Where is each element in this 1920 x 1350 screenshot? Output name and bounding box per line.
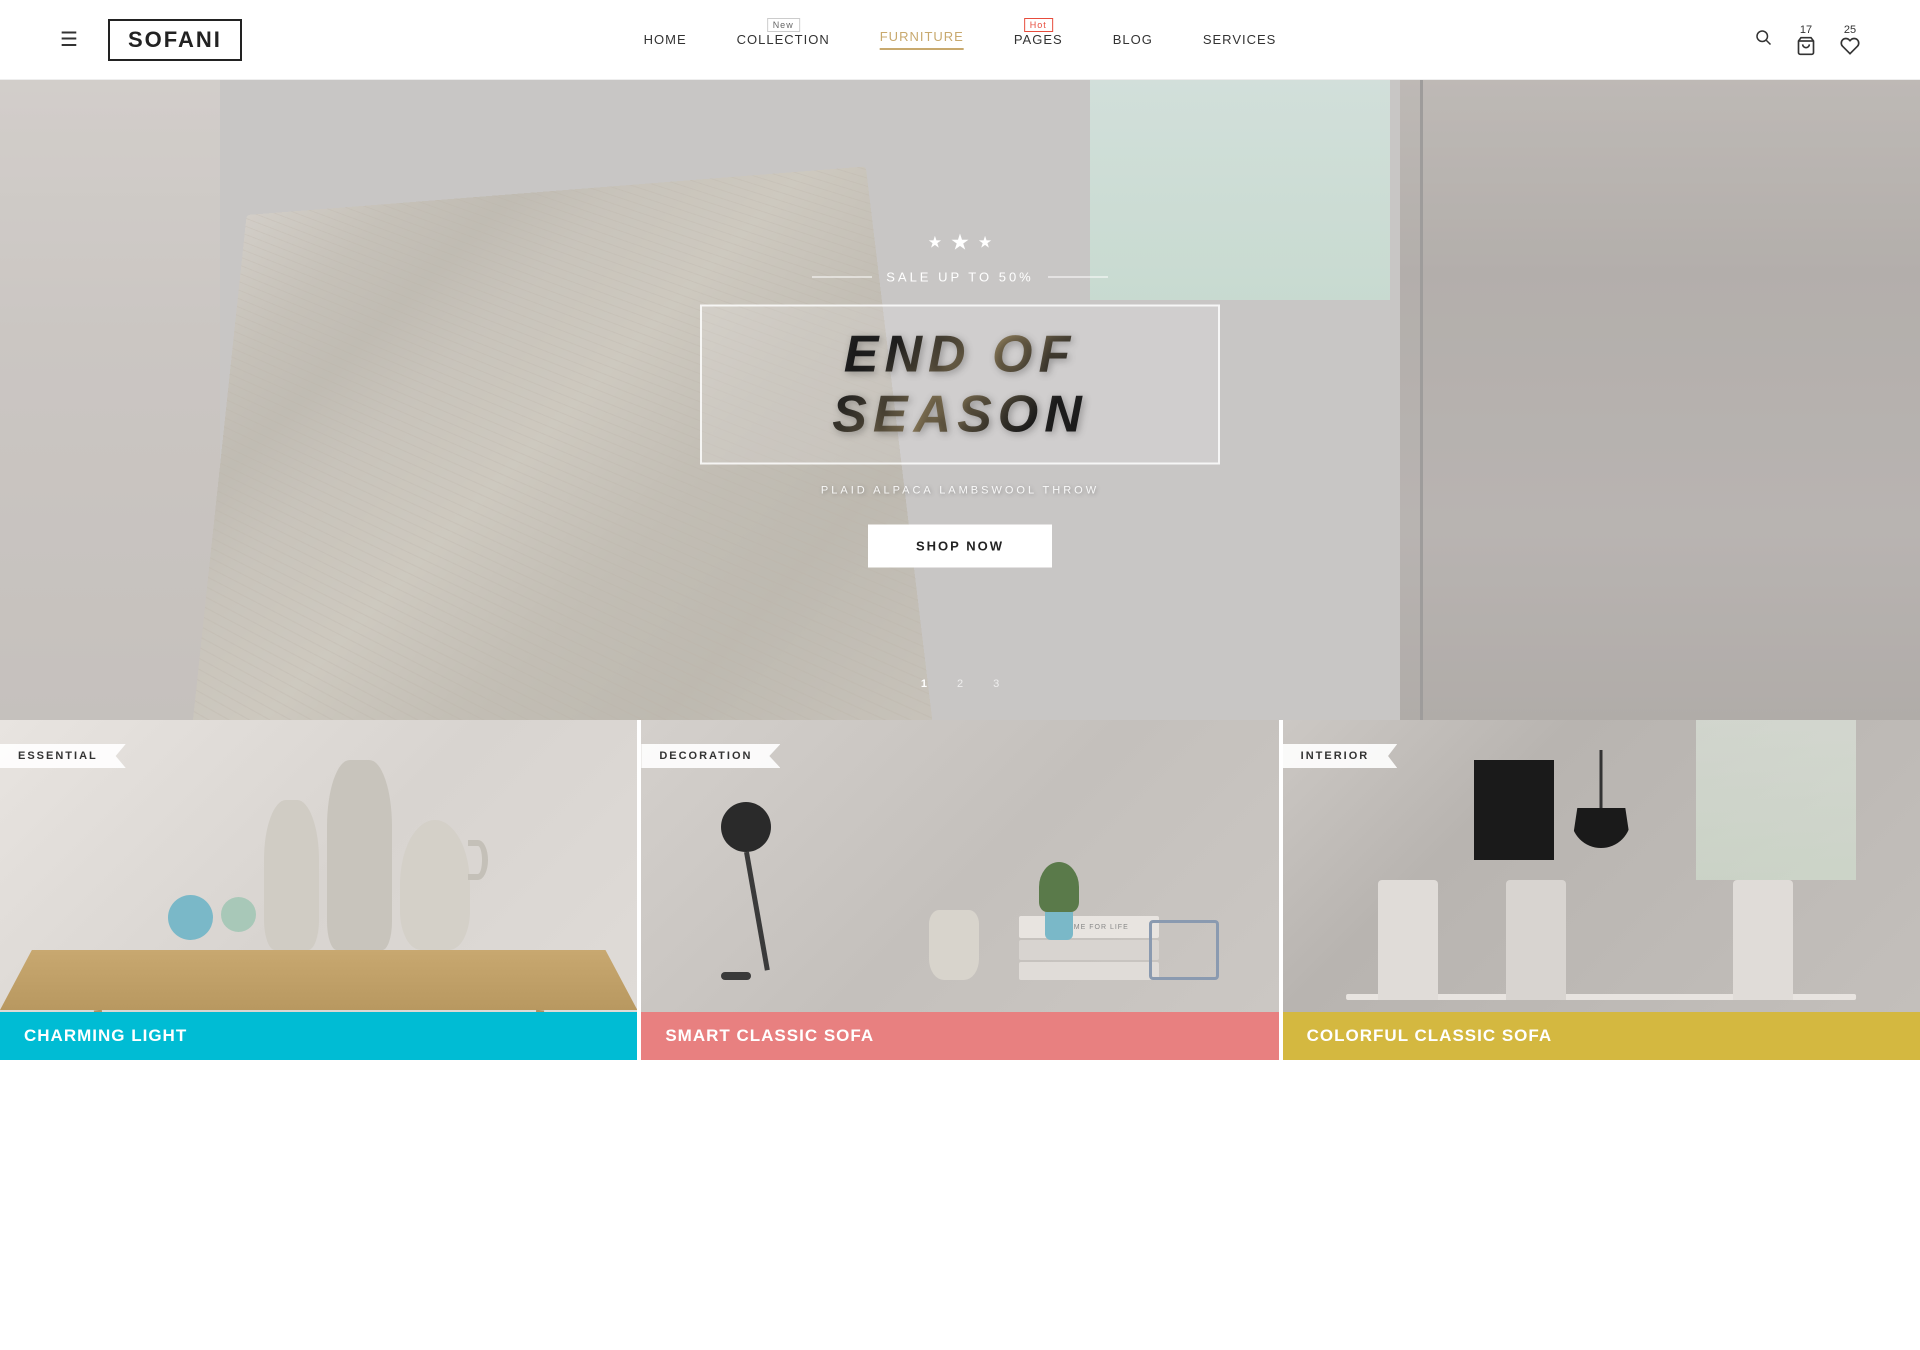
header-left: ☰ SOFANI xyxy=(60,19,242,61)
heart-icon xyxy=(1840,36,1860,56)
nav-collection-label: COLLECTION xyxy=(737,32,830,47)
hero-pagination: 1 2 3 xyxy=(921,678,999,690)
nav-collection-badge: New xyxy=(767,18,800,32)
plant-leaves xyxy=(1039,862,1079,912)
wooden-table xyxy=(0,950,637,1010)
vase-handle-arc xyxy=(468,840,488,880)
artwork xyxy=(1474,760,1554,860)
product-label-1: ESSENTIAL xyxy=(0,744,126,768)
product-bg-2: A FRAME FOR LIFE xyxy=(641,720,1278,1060)
hero-title-box: END OF SEASON xyxy=(700,305,1220,465)
nav-services[interactable]: SERVICES xyxy=(1203,32,1277,47)
plant-pot xyxy=(1045,912,1073,940)
hero-section: ★ ★ ★ SALE UP TO 50% END OF SEASON PLAID… xyxy=(0,80,1920,720)
book-2 xyxy=(1019,940,1159,960)
product-bg-3 xyxy=(1283,720,1920,1060)
site-logo[interactable]: SOFANI xyxy=(108,19,242,61)
product-bg-1 xyxy=(0,720,637,1060)
header-right: 17 25 xyxy=(1754,24,1860,56)
product-card-3[interactable]: INTERIOR COLORFUL CLASSIC SOFA xyxy=(1283,720,1920,1060)
decoration-vase xyxy=(929,910,979,980)
hero-sale-text: SALE UP TO 50% xyxy=(700,270,1220,285)
vase-tall-2 xyxy=(327,760,392,950)
shop-now-button[interactable]: SHOP NOW xyxy=(868,525,1052,568)
nav-collection[interactable]: New COLLECTION xyxy=(737,32,830,47)
hero-subtitle: PLAID ALPACA LAMBSWOOL THROW xyxy=(700,485,1220,497)
product-name-bar-1: CHARMING LIGHT xyxy=(0,1012,637,1060)
chair-1 xyxy=(1378,880,1438,1000)
wishlist-group[interactable]: 25 xyxy=(1840,24,1860,56)
pendant-cord xyxy=(1600,750,1603,810)
nav-pages[interactable]: Hot PAGES xyxy=(1014,32,1063,47)
lamp-head xyxy=(721,802,771,852)
card-1-content xyxy=(0,720,637,1060)
nav-blog[interactable]: BLOG xyxy=(1113,32,1153,47)
search-icon[interactable] xyxy=(1754,28,1772,51)
book-3 xyxy=(1019,962,1159,980)
chair-3 xyxy=(1733,880,1793,1000)
site-header: ☰ SOFANI HOME New COLLECTION FURNITURE H… xyxy=(0,0,1920,80)
wishlist-count: 25 xyxy=(1844,24,1856,36)
plant-group xyxy=(1039,862,1079,940)
lamp-pole xyxy=(744,852,770,971)
cart-icon xyxy=(1796,36,1816,56)
lamp-base xyxy=(721,972,751,980)
product-name-bar-2: SMART CLASSIC SOFA xyxy=(641,1012,1278,1060)
nav-home[interactable]: HOME xyxy=(644,32,687,47)
product-card-1[interactable]: ESSENTIAL CHARMING LIGHT xyxy=(0,720,641,1060)
vase-tall-1 xyxy=(264,800,319,950)
star-1: ★ xyxy=(928,233,942,256)
star-2: ★ xyxy=(950,230,970,256)
nav-pages-badge: Hot xyxy=(1024,18,1053,32)
cart-group[interactable]: 17 xyxy=(1796,24,1816,56)
cart-count: 17 xyxy=(1800,24,1812,36)
lamp-group xyxy=(721,802,771,980)
wire-basket xyxy=(1149,920,1219,980)
hero-content: ★ ★ ★ SALE UP TO 50% END OF SEASON PLAID… xyxy=(700,233,1220,568)
vase-handle xyxy=(400,820,470,950)
hamburger-icon[interactable]: ☰ xyxy=(60,27,78,52)
product-grid: ESSENTIAL CHARMING LIGHT A FRAME FOR LIF… xyxy=(0,720,1920,1060)
nav-furniture[interactable]: FURNITURE xyxy=(880,29,964,50)
hero-dot-2[interactable]: 2 xyxy=(957,678,963,690)
nav-pages-label: PAGES xyxy=(1014,32,1063,47)
product-label-2: DECORATION xyxy=(641,744,780,768)
hero-dot-1[interactable]: 1 xyxy=(921,678,927,690)
vase-mint xyxy=(221,897,256,932)
star-3: ★ xyxy=(978,233,992,256)
product-card-2[interactable]: A FRAME FOR LIFE DECORATION SMART CLASSI… xyxy=(641,720,1282,1060)
hero-title: END OF SEASON xyxy=(742,325,1178,445)
chair-2 xyxy=(1506,880,1566,1000)
vase-blue xyxy=(168,895,213,940)
product-label-3: INTERIOR xyxy=(1283,744,1398,768)
hero-stars: ★ ★ ★ xyxy=(700,233,1220,256)
product-name-bar-3: COLORFUL CLASSIC SOFA xyxy=(1283,1012,1920,1060)
interior-window xyxy=(1696,720,1856,880)
pendant-lamp xyxy=(1571,808,1631,848)
main-nav: HOME New COLLECTION FURNITURE Hot PAGES … xyxy=(644,29,1277,50)
hero-dot-3[interactable]: 3 xyxy=(993,678,999,690)
